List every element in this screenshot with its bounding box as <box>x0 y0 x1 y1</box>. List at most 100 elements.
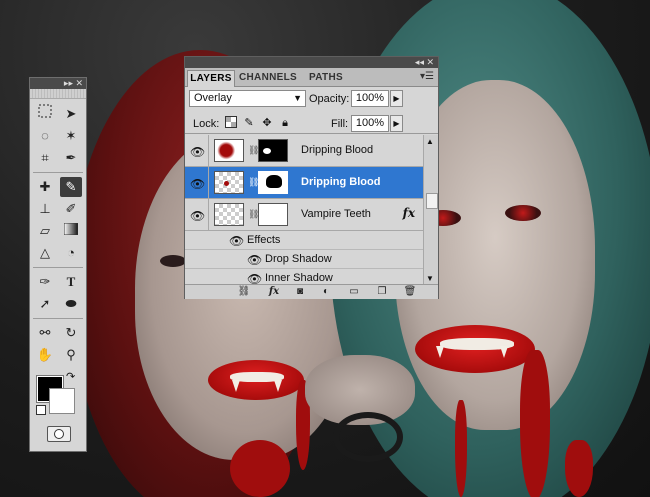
lock-position-icon[interactable]: ✥ <box>260 116 274 130</box>
magic-wand-tool-icon[interactable]: ✶ <box>60 126 82 146</box>
eyedropper-tool-icon[interactable]: ✒ <box>60 148 82 168</box>
new-group-icon[interactable]: ▭ <box>345 285 363 299</box>
adjustment-layer-icon[interactable]: ◐ <box>317 285 335 299</box>
hand-tool-icon[interactable]: ✋ <box>34 345 56 365</box>
3d-rotate-tool-icon[interactable]: ⚯ <box>34 323 56 343</box>
eye-icon: 👁︎ <box>190 177 206 191</box>
blood-drip <box>565 440 593 497</box>
healing-brush-tool-icon[interactable]: ✚ <box>34 177 56 197</box>
tool-separator <box>33 172 83 173</box>
layer-thumbnail <box>214 139 244 162</box>
tools-panel: ▸▸ ✕ ➤ ◌ ✶ ⌗ ✒ ✚ ✎ ⊥ ✐ ▱ △ ◔ ✑ T ➚ ⬬ ⚯ ↻… <box>29 77 87 452</box>
opacity-input[interactable]: 100% <box>351 90 389 107</box>
zoom-tool-icon[interactable]: ⚲ <box>60 345 82 365</box>
scroll-up-icon[interactable]: ▲ <box>426 137 434 146</box>
layer-thumbnail <box>214 203 244 226</box>
visibility-toggle[interactable]: 👁︎ <box>185 167 209 198</box>
add-mask-icon[interactable]: ◙ <box>291 285 309 299</box>
marquee-tool-icon[interactable] <box>34 104 56 124</box>
scroll-down-icon[interactable]: ▼ <box>426 274 434 283</box>
panel-menu-icon[interactable]: ▾☰ <box>420 71 434 82</box>
eye-icon[interactable]: 👁︎ <box>247 253 262 267</box>
chevron-down-icon: ▼ <box>293 93 302 103</box>
lock-all-icon[interactable]: 🔒︎ <box>278 116 292 130</box>
clone-stamp-tool-icon[interactable]: ⊥ <box>34 199 56 219</box>
fill-input[interactable]: 100% <box>351 115 389 132</box>
lock-label: Lock: <box>193 118 220 130</box>
lock-image-pixels-icon[interactable]: ✎ <box>242 116 256 130</box>
layers-panel-tabs: LAYERS CHANNELS PATHS ▾☰ <box>185 68 438 87</box>
scroll-thumb[interactable] <box>426 193 438 209</box>
swap-colors-icon[interactable]: ↷ <box>66 370 75 383</box>
blend-mode-select[interactable]: Overlay ▼ <box>189 90 306 107</box>
layers-scrollbar[interactable]: ▲ ▼ <box>423 135 438 284</box>
crop-tool-icon[interactable]: ⌗ <box>34 148 56 168</box>
layer-row-selected[interactable]: 👁︎ ⛓ Dripping Blood <box>185 167 423 199</box>
brush-tool-icon[interactable]: ✎ <box>60 177 82 197</box>
blood-drip <box>230 440 290 497</box>
visibility-toggle[interactable]: 👁︎ <box>185 199 209 230</box>
layer-mask-thumbnail[interactable] <box>258 203 288 226</box>
new-layer-icon[interactable]: ❐ <box>373 285 391 299</box>
effect-name: Drop Shadow <box>265 253 332 265</box>
quick-mask-button[interactable] <box>47 426 71 442</box>
eye-icon: 👁︎ <box>190 145 206 159</box>
layers-bottom-toolbar: ⛓ fx ◙ ◐ ▭ ❐ 🗑︎ <box>185 284 438 299</box>
right-face-eye-2 <box>505 205 541 221</box>
dodge-tool-icon[interactable]: ◔ <box>60 243 82 263</box>
link-layers-icon[interactable]: ⛓ <box>235 285 253 299</box>
tools-panel-grip[interactable] <box>30 89 86 99</box>
blood-drip <box>520 350 550 497</box>
background-color-swatch[interactable] <box>49 388 75 414</box>
bracelet <box>333 412 403 462</box>
fill-slider-button[interactable]: ▶ <box>390 115 403 132</box>
eye-icon: 👁︎ <box>190 209 206 223</box>
eraser-tool-icon[interactable]: ▱ <box>34 221 56 241</box>
opacity-label: Opacity: <box>309 93 350 105</box>
tab-paths[interactable]: PATHS <box>303 70 349 86</box>
layer-thumbnail <box>214 171 244 194</box>
gradient-tool-icon[interactable] <box>60 221 82 241</box>
effect-row[interactable]: 👁︎ Inner Shadow <box>185 269 423 284</box>
layer-row[interactable]: 👁︎ ⛓ Vampire Teeth fx <box>185 199 423 231</box>
layers-panel: ◂◂ ✕ LAYERS CHANNELS PATHS ▾☰ Overlay ▼ … <box>184 56 439 299</box>
blood-drip <box>455 400 467 497</box>
blend-mode-value: Overlay <box>194 92 232 104</box>
lasso-tool-icon[interactable]: ◌ <box>34 126 56 146</box>
eye-icon[interactable]: 👁︎ <box>247 272 262 284</box>
fill-label: Fill: <box>331 118 349 130</box>
tab-channels[interactable]: CHANNELS <box>235 70 301 86</box>
history-brush-tool-icon[interactable]: ✐ <box>60 199 82 219</box>
effect-row[interactable]: 👁︎ Drop Shadow <box>185 250 423 269</box>
layer-row[interactable]: 👁︎ ⛓ Dripping Blood <box>185 135 423 167</box>
effects-row[interactable]: 👁︎ Effects <box>185 231 423 250</box>
blur-tool-icon[interactable]: △ <box>34 243 56 263</box>
lock-transparent-pixels-icon[interactable] <box>224 116 238 130</box>
pen-tool-icon[interactable]: ✑ <box>34 272 56 292</box>
move-tool-icon[interactable]: ➤ <box>60 104 82 124</box>
3d-orbit-tool-icon[interactable]: ↻ <box>60 323 82 343</box>
left-fang-2 <box>274 380 282 392</box>
delete-layer-icon[interactable]: 🗑︎ <box>401 285 419 299</box>
path-selection-tool-icon[interactable]: ➚ <box>34 294 56 314</box>
shape-tool-icon[interactable]: ⬬ <box>60 294 82 314</box>
tool-separator <box>33 318 83 319</box>
layer-name: Vampire Teeth <box>301 208 371 220</box>
effects-label: Effects <box>247 234 281 246</box>
layer-mask-thumbnail[interactable] <box>258 139 288 162</box>
tools-panel-header[interactable]: ▸▸ ✕ <box>30 78 86 89</box>
tab-layers[interactable]: LAYERS <box>187 70 235 87</box>
fx-icon[interactable]: fx <box>403 206 415 220</box>
panel-divider <box>185 133 438 134</box>
layer-name: Dripping Blood <box>301 176 381 188</box>
layer-name: Dripping Blood <box>301 144 374 156</box>
layers-panel-header[interactable]: ◂◂ ✕ <box>185 57 438 68</box>
effect-name: Inner Shadow <box>265 272 333 284</box>
type-tool-icon[interactable]: T <box>60 272 82 292</box>
eye-icon[interactable]: 👁︎ <box>229 234 244 248</box>
opacity-slider-button[interactable]: ▶ <box>390 90 403 107</box>
default-colors-icon[interactable] <box>36 405 46 415</box>
layer-mask-thumbnail[interactable] <box>258 171 288 194</box>
visibility-toggle[interactable]: 👁︎ <box>185 135 209 166</box>
add-layer-style-icon[interactable]: fx <box>265 285 283 299</box>
